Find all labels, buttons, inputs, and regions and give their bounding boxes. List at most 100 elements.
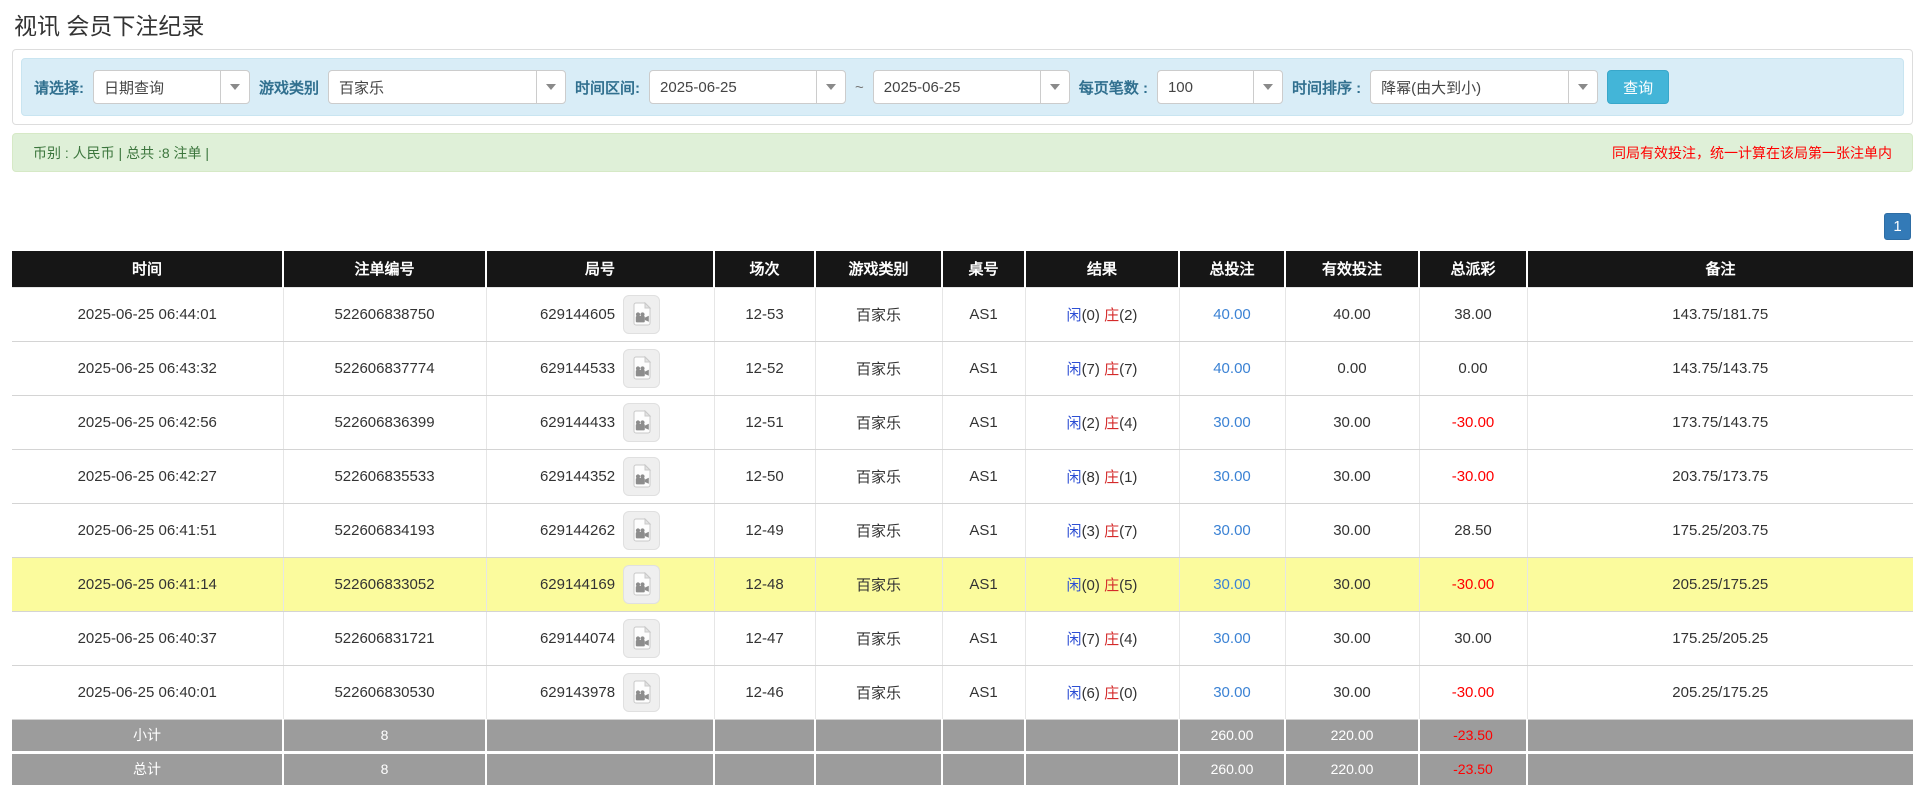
video-replay-button[interactable] xyxy=(623,457,660,496)
table-row: 2025-06-25 06:40:37 522606831721 6291440… xyxy=(12,611,1913,665)
search-button[interactable]: 查询 xyxy=(1607,70,1669,104)
cell-valid-bet: 40.00 xyxy=(1285,287,1419,341)
cell-time: 2025-06-25 06:42:27 xyxy=(12,449,283,503)
page-size-label: 每页笔数 : xyxy=(1079,77,1148,98)
cell-time: 2025-06-25 06:41:51 xyxy=(12,503,283,557)
player-result-count: (2) xyxy=(1082,415,1100,432)
pagination: 1 xyxy=(0,213,1911,240)
subtotal-total-bet: 260.00 xyxy=(1179,719,1285,752)
cell-session: 12-49 xyxy=(714,503,815,557)
banker-result-count: (0) xyxy=(1119,685,1137,702)
video-replay-button[interactable] xyxy=(623,511,660,550)
cell-bet-id: 522606835533 xyxy=(283,449,486,503)
subtotal-empty-cell xyxy=(942,719,1025,752)
sort-order-label: 时间排序 : xyxy=(1292,77,1361,98)
col-bet-id: 注单编号 xyxy=(283,251,486,287)
video-replay-button[interactable] xyxy=(623,619,660,658)
video-replay-button[interactable] xyxy=(623,403,660,442)
date-to-select[interactable]: 2025-06-25 xyxy=(873,70,1070,104)
table-row: 2025-06-25 06:43:32 522606837774 6291445… xyxy=(12,341,1913,395)
page-title: 视讯 会员下注纪录 xyxy=(14,7,1915,41)
game-type-select-value: 百家乐 xyxy=(329,71,536,103)
banker-result-label: 庄 xyxy=(1104,307,1119,324)
cell-valid-bet: 0.00 xyxy=(1285,341,1419,395)
notice-text: 同局有效投注，统一计算在该局第一张注单内 xyxy=(1612,143,1892,163)
cell-game: 百家乐 xyxy=(815,557,942,611)
cell-bet-id: 522606836399 xyxy=(283,395,486,449)
subtotal-empty-cell xyxy=(486,719,714,752)
cell-table: AS1 xyxy=(942,449,1025,503)
video-file-icon xyxy=(631,518,653,542)
player-result-count: (6) xyxy=(1082,685,1100,702)
grand-total-empty-cell xyxy=(486,752,714,785)
banker-result-count: (2) xyxy=(1119,307,1137,324)
player-result-label: 闲 xyxy=(1067,361,1082,378)
banker-result-count: (4) xyxy=(1119,631,1137,648)
cell-payout: -30.00 xyxy=(1419,449,1527,503)
page-size-select[interactable]: 100 xyxy=(1157,70,1283,104)
banker-result-label: 庄 xyxy=(1104,631,1119,648)
cell-note: 205.25/175.25 xyxy=(1527,557,1913,611)
game-type-label: 游戏类别 xyxy=(259,77,319,98)
video-replay-button[interactable] xyxy=(623,295,660,334)
cell-table: AS1 xyxy=(942,611,1025,665)
cell-result: 闲(0) 庄(5) xyxy=(1025,557,1179,611)
query-type-select[interactable]: 日期查询 xyxy=(93,70,250,104)
cell-total-bet[interactable]: 30.00 xyxy=(1179,449,1285,503)
cell-game: 百家乐 xyxy=(815,503,942,557)
subtotal-label: 小计 xyxy=(12,719,283,752)
cell-bet-id: 522606837774 xyxy=(283,341,486,395)
table-row: 2025-06-25 06:41:14 522606833052 6291441… xyxy=(12,557,1913,611)
table-header-row: 时间 注单编号 局号 场次 游戏类别 桌号 结果 总投注 有效投注 总派彩 备注 xyxy=(12,251,1913,287)
banker-result-count: (1) xyxy=(1119,469,1137,486)
cell-session: 12-53 xyxy=(714,287,815,341)
cell-total-bet[interactable]: 30.00 xyxy=(1179,611,1285,665)
cell-total-bet[interactable]: 30.00 xyxy=(1179,503,1285,557)
table-row: 2025-06-25 06:42:27 522606835533 6291443… xyxy=(12,449,1913,503)
cell-session: 12-52 xyxy=(714,341,815,395)
player-result-label: 闲 xyxy=(1067,631,1082,648)
cell-note: 143.75/181.75 xyxy=(1527,287,1913,341)
col-result: 结果 xyxy=(1025,251,1179,287)
cell-total-bet[interactable]: 30.00 xyxy=(1179,395,1285,449)
grand-total-empty-cell xyxy=(942,752,1025,785)
video-replay-button[interactable] xyxy=(623,349,660,388)
game-type-select[interactable]: 百家乐 xyxy=(328,70,566,104)
cell-total-bet[interactable]: 40.00 xyxy=(1179,287,1285,341)
cell-total-bet[interactable]: 30.00 xyxy=(1179,557,1285,611)
chevron-down-icon xyxy=(220,71,249,103)
grand-total-valid-bet: 220.00 xyxy=(1285,752,1419,785)
cell-valid-bet: 30.00 xyxy=(1285,557,1419,611)
video-replay-button[interactable] xyxy=(623,673,660,712)
cell-session: 12-47 xyxy=(714,611,815,665)
video-file-icon xyxy=(631,680,653,704)
page-1-button[interactable]: 1 xyxy=(1884,213,1911,240)
player-result-label: 闲 xyxy=(1067,469,1082,486)
cell-result: 闲(3) 庄(7) xyxy=(1025,503,1179,557)
banker-result-count: (7) xyxy=(1119,361,1137,378)
cell-bet-id: 522606833052 xyxy=(283,557,486,611)
grand-total-empty-cell xyxy=(714,752,815,785)
video-replay-button[interactable] xyxy=(623,565,660,604)
player-result-count: (7) xyxy=(1082,631,1100,648)
date-from-select[interactable]: 2025-06-25 xyxy=(649,70,846,104)
sort-order-select[interactable]: 降幂(由大到小) xyxy=(1370,70,1598,104)
video-file-icon xyxy=(631,464,653,488)
cell-session: 12-48 xyxy=(714,557,815,611)
cell-valid-bet: 30.00 xyxy=(1285,665,1419,719)
col-table: 桌号 xyxy=(942,251,1025,287)
banker-result-label: 庄 xyxy=(1104,577,1119,594)
subtotal-empty-cell xyxy=(815,719,942,752)
cell-total-bet[interactable]: 30.00 xyxy=(1179,665,1285,719)
cell-bet-id: 522606838750 xyxy=(283,287,486,341)
player-result-count: (7) xyxy=(1082,361,1100,378)
player-result-count: (3) xyxy=(1082,523,1100,540)
cell-valid-bet: 30.00 xyxy=(1285,449,1419,503)
grand-total-row: 总计 8 260.00 220.00 -23.50 xyxy=(12,752,1913,785)
cell-total-bet[interactable]: 40.00 xyxy=(1179,341,1285,395)
grand-total-count: 8 xyxy=(283,752,486,785)
round-id-text: 629144533 xyxy=(540,360,615,377)
cell-game: 百家乐 xyxy=(815,341,942,395)
cell-table: AS1 xyxy=(942,341,1025,395)
cell-table: AS1 xyxy=(942,287,1025,341)
